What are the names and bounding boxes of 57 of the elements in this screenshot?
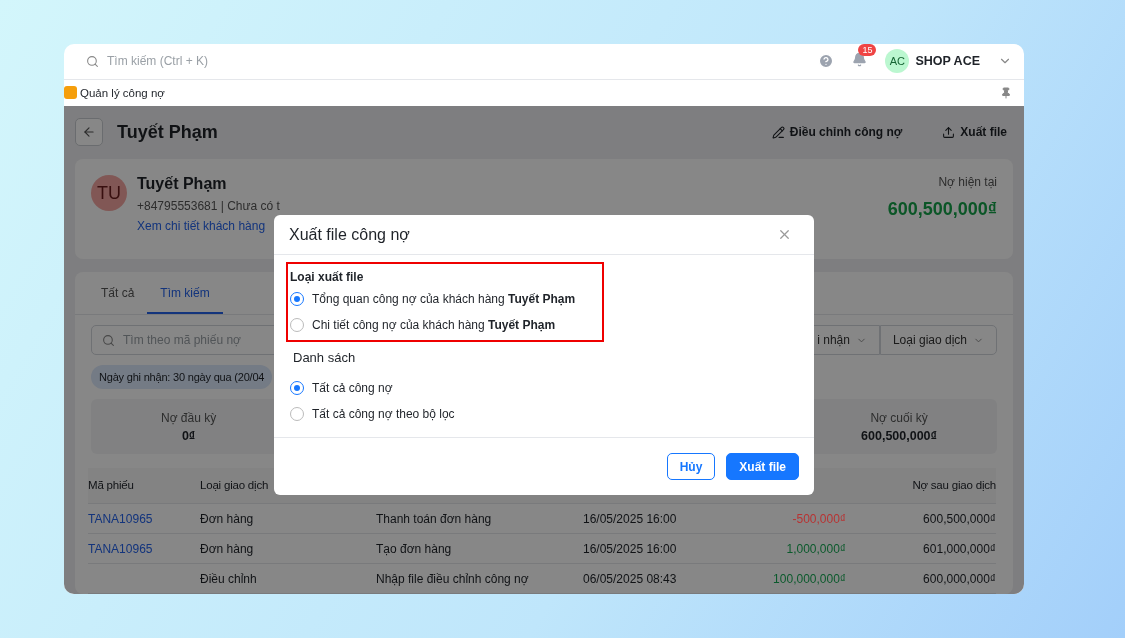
table-cell: Tạo đơn hàng — [376, 534, 583, 564]
search-field[interactable]: Tìm kiếm (Ctrl + K) — [107, 54, 208, 69]
table-cell: 16/05/2025 16:00 — [583, 534, 733, 564]
column-header: Nợ sau giao dịch — [846, 468, 996, 504]
cancel-button[interactable]: Hủy — [666, 453, 716, 480]
upload-icon — [942, 125, 956, 139]
search-icon — [86, 54, 99, 68]
table-cell: 06/05/2025 08:43 — [583, 564, 733, 594]
action-button[interactable]: Điều chỉnh công nợ — [765, 124, 909, 140]
table-cell: 600,000,000₫ — [846, 564, 996, 594]
action-button[interactable]: Xuất file — [936, 124, 1013, 140]
notification-badge: 15 — [858, 44, 877, 56]
summary-label: Nợ đầu kỳ — [161, 410, 217, 425]
option-label[interactable]: Tất cả công nợ theo bộ lọc — [312, 407, 455, 421]
dialog-title: Xuất file công nợ — [289, 225, 410, 244]
change-amount: 1,000,000₫ — [786, 542, 846, 556]
close-icon[interactable] — [777, 227, 792, 242]
debt-value: 600,500,000₫ — [887, 199, 997, 220]
column-header: Mã phiếu — [88, 468, 200, 504]
pin-icon[interactable] — [1000, 86, 1012, 99]
tab[interactable]: Tìm kiếm — [147, 272, 223, 314]
summary-label: Nợ cuối kỳ — [870, 410, 928, 425]
table-cell: 16/05/2025 16:00 — [583, 504, 733, 534]
bell-icon[interactable] — [852, 51, 868, 67]
table-cell: Đơn hàng — [200, 534, 376, 564]
filter-dropdown[interactable]: Loại giao dịch — [879, 325, 997, 355]
option-label[interactable]: Tất cả công nợ — [312, 381, 393, 395]
code-link[interactable]: TANA10965 — [88, 504, 200, 534]
page-title: Tuyết Phạm — [117, 121, 219, 143]
summary-value: 600,500,000₫ — [861, 428, 937, 443]
help-icon[interactable] — [818, 53, 835, 70]
user-avatar[interactable]: AC — [885, 49, 910, 74]
customer-contact: +84795553681 | Chưa có t — [137, 199, 281, 213]
back-button[interactable] — [75, 118, 103, 146]
table-cell: Thanh toán đơn hàng — [376, 504, 583, 534]
option-label[interactable]: Tổng quan công nợ của khách hàng Tuyết Phạm — [312, 292, 576, 306]
tab[interactable]: Tất cả — [88, 272, 148, 314]
filter-chip[interactable]: Ngày ghi nhận: 30 ngày qua (20/04 — [91, 365, 273, 389]
table-cell: Nhập file điều chỉnh công nợ — [376, 564, 583, 594]
section-title: Loại xuất file — [290, 270, 365, 284]
change-amount: 100,000,000₫ — [773, 572, 846, 586]
page-tab[interactable]: Quản lý công nợ — [80, 86, 165, 99]
table-cell: 600,500,000₫ — [846, 504, 996, 534]
summary-value: 0₫ — [181, 428, 196, 443]
table-cell: 601,000,000₫ — [846, 534, 996, 564]
customer-name: Tuyết Phạm — [137, 175, 228, 193]
shop-name: SHOP ACE — [915, 54, 980, 69]
customer-avatar: TU — [91, 175, 127, 211]
search-icon — [102, 333, 115, 347]
table-cell: Đơn hàng — [200, 504, 376, 534]
change-amount: -500,000₫ — [792, 512, 846, 526]
pencil-icon — [771, 125, 785, 139]
export-button[interactable]: Xuất file — [726, 453, 799, 480]
debt-label: Nợ hiện tại — [938, 175, 997, 189]
table-cell: Điều chỉnh — [200, 564, 376, 594]
code-link[interactable]: TANA10965 — [88, 534, 200, 564]
app-logo-icon — [64, 86, 77, 100]
